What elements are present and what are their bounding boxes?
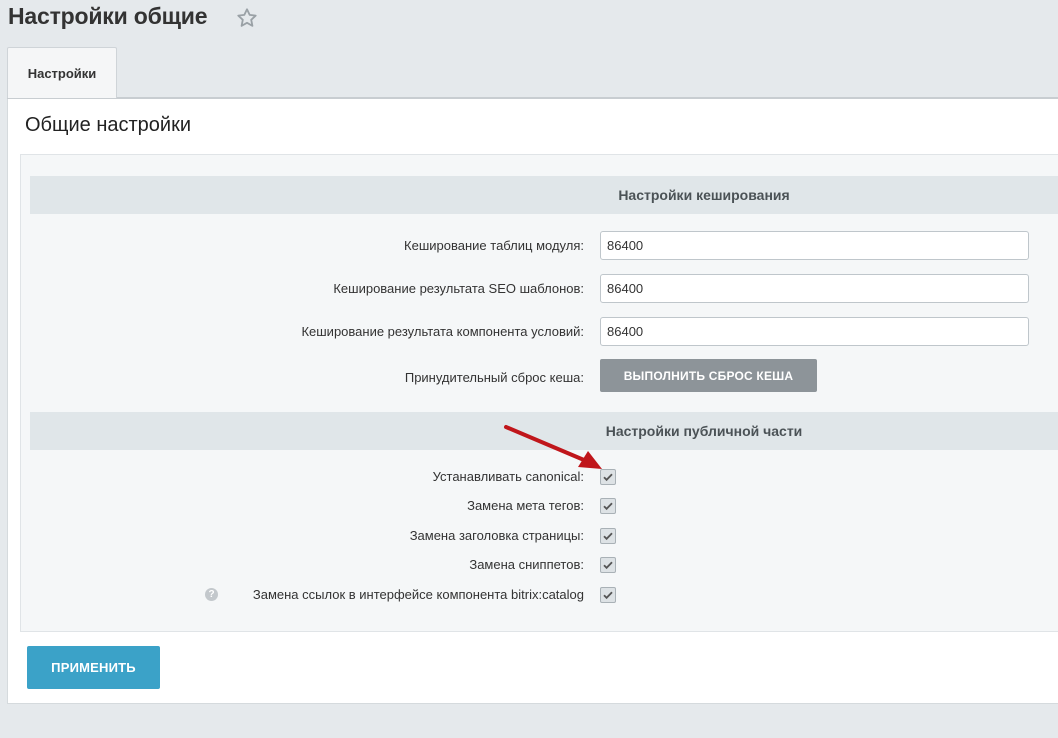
cache-conditions-component-input[interactable] (600, 317, 1029, 346)
cache-module-tables-input[interactable] (600, 231, 1029, 260)
check-icon (603, 532, 613, 541)
cache-module-tables-label: Кеширование таблиц модуля: (404, 238, 584, 253)
cache-seo-templates-label: Кеширование результата SEO шаблонов: (333, 281, 584, 296)
cache-conditions-component-label: Кеширование результата компонента услови… (301, 324, 584, 339)
check-icon (603, 561, 613, 570)
section-title: Общие настройки (25, 114, 191, 136)
page-title-replace-checkbox[interactable] (600, 528, 616, 544)
star-icon[interactable] (236, 7, 258, 29)
snippets-label: Замена сниппетов: (469, 557, 584, 572)
check-icon (603, 473, 613, 482)
canonical-label: Устанавливать canonical: (432, 469, 584, 484)
canonical-checkbox[interactable] (600, 469, 616, 485)
cache-reset-label: Принудительный сброс кеша: (404, 370, 584, 385)
apply-button[interactable]: ПРИМЕНИТЬ (27, 646, 160, 689)
settings-card: Общие настройки Настройки кеширования Ке… (7, 99, 1058, 704)
check-icon (603, 502, 613, 511)
snippets-checkbox[interactable] (600, 557, 616, 573)
caching-group-header: Настройки кеширования (30, 176, 1058, 214)
meta-tags-label: Замена мета тегов: (467, 498, 584, 513)
meta-tags-checkbox[interactable] (600, 498, 616, 514)
help-icon[interactable]: ? (205, 588, 218, 601)
public-group-header: Настройки публичной части (30, 412, 1058, 450)
catalog-links-label: Замена ссылок в интерфейсе компонента bi… (252, 587, 584, 602)
cache-reset-button[interactable]: ВЫПОЛНИТЬ СБРОС КЕША (600, 359, 817, 392)
tab-settings[interactable]: Настройки (7, 47, 117, 98)
catalog-links-checkbox[interactable] (600, 587, 616, 603)
page-title: Настройки общие (8, 3, 208, 29)
check-icon (603, 591, 613, 600)
cache-seo-templates-input[interactable] (600, 274, 1029, 303)
page-title-replace-label: Замена заголовка страницы: (409, 528, 584, 543)
